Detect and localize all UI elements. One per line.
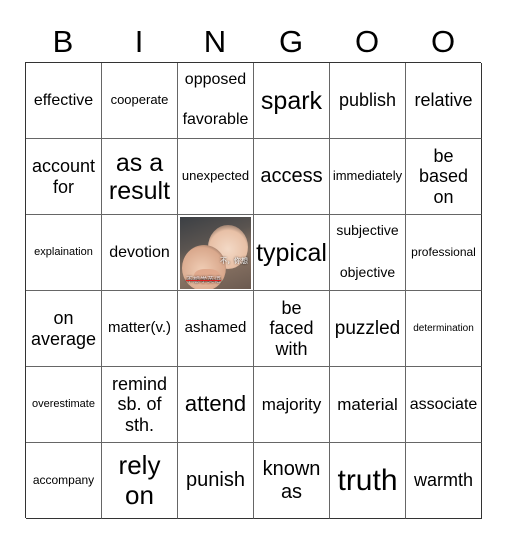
bingo-cell[interactable]: explaination (26, 215, 102, 291)
header-letter-o2: O (430, 24, 456, 59)
cell-text: immediately (332, 168, 403, 184)
bingo-cell[interactable]: matter(v.) (102, 291, 178, 367)
bingo-cell[interactable]: material (330, 367, 406, 443)
bingo-cell[interactable]: devotion (102, 215, 178, 291)
bingo-cell[interactable]: determination (406, 291, 482, 367)
cell-text: typical (256, 238, 327, 267)
bingo-header: B I N G O O (25, 22, 481, 62)
bingo-cell[interactable]: majority (254, 367, 330, 443)
cell-text: be faced with (269, 298, 314, 359)
bingo-cell[interactable]: associate (406, 367, 482, 443)
cell-text: attend (184, 391, 247, 417)
cell-text: determination (413, 322, 474, 334)
cell-text: material (337, 394, 398, 414)
bingo-cell[interactable]: known as (254, 443, 330, 519)
header-letter-o1: O (354, 24, 380, 59)
photo-caption-bottom: 不想学英语 (186, 275, 221, 284)
cell-text: account for (31, 156, 96, 197)
bingo-cell[interactable]: accompany (26, 443, 102, 519)
cell-text: relative (414, 90, 473, 111)
cell-text: puzzled (334, 317, 401, 339)
bingo-cell[interactable]: truth (330, 443, 406, 519)
bingo-cell[interactable]: puzzled (330, 291, 406, 367)
bingo-cell[interactable]: ashamed (178, 291, 254, 367)
bingo-cell[interactable]: punish (178, 443, 254, 519)
bingo-cell[interactable]: attend (178, 367, 254, 443)
header-letter-i: I (134, 24, 144, 59)
cell-text-bottom: objective (339, 264, 396, 281)
cell-text: be based on (418, 146, 469, 207)
cell-text: publish (338, 90, 397, 111)
bingo-cell[interactable]: as a result (102, 139, 178, 215)
cell-text: explaination (34, 246, 93, 259)
cell-text: professional (411, 244, 476, 259)
cell-text: cooperate (110, 92, 169, 108)
cell-text: effective (33, 91, 94, 109)
bingo-cell[interactable]: cooperate (102, 63, 178, 139)
free-space-photo: 不，你想 不想学英语 (180, 216, 251, 289)
header-letter-g: G (278, 24, 304, 59)
cell-text: associate (409, 395, 478, 413)
bingo-cell[interactable]: opposed favorable (178, 63, 254, 139)
bingo-cell[interactable]: immediately (330, 139, 406, 215)
bingo-cell[interactable]: be based on (406, 139, 482, 215)
cell-text: accompany (32, 472, 95, 487)
cell-text: known as (262, 458, 321, 503)
bingo-cell[interactable]: account for (26, 139, 102, 215)
cell-text-top: opposed (184, 71, 247, 88)
bingo-cell[interactable]: effective (26, 63, 102, 139)
cell-text-bottom: favorable (182, 111, 249, 129)
bingo-cell[interactable]: on average (26, 291, 102, 367)
cell-text: truth (337, 463, 398, 497)
cell-text: unexpected (181, 168, 250, 184)
bingo-cell[interactable]: publish (330, 63, 406, 139)
cell-text: on average (30, 308, 97, 349)
cell-text: access (260, 165, 323, 188)
cell-text: remind sb. of sth. (111, 374, 168, 435)
photo-caption-top: 不，你想 (220, 256, 248, 265)
cell-text: overestimate (32, 398, 95, 411)
cell-text: rely on (118, 450, 161, 510)
bingo-cell[interactable]: professional (406, 215, 482, 291)
free-space-cell[interactable]: 不，你想 不想学英语 (178, 215, 254, 291)
bingo-cell[interactable]: warmth (406, 443, 482, 519)
bingo-cell[interactable]: overestimate (26, 367, 102, 443)
bingo-cell[interactable]: rely on (102, 443, 178, 519)
header-letter-n: N (203, 24, 227, 59)
cell-text: matter(v.) (107, 319, 172, 337)
header-letter-b: B (52, 24, 74, 59)
cell-text: warmth (413, 470, 473, 491)
bingo-card: effective cooperate opposed favorable sp… (25, 62, 482, 519)
bingo-cell[interactable]: relative (406, 63, 482, 139)
bingo-cell[interactable]: be faced with (254, 291, 330, 367)
bingo-cell[interactable]: remind sb. of sth. (102, 367, 178, 443)
cell-text: spark (260, 86, 323, 115)
cell-text: ashamed (184, 319, 247, 337)
cell-text: majority (261, 394, 322, 414)
bingo-cell[interactable]: subjective objective (330, 215, 406, 291)
cell-text: devotion (109, 243, 170, 261)
cell-text: punish (186, 469, 245, 492)
bingo-cell[interactable]: typical (254, 215, 330, 291)
cell-text-top: subjective (336, 222, 399, 238)
bingo-cell[interactable]: access (254, 139, 330, 215)
cell-text: as a result (108, 148, 171, 205)
bingo-cell[interactable]: unexpected (178, 139, 254, 215)
bingo-cell[interactable]: spark (254, 63, 330, 139)
